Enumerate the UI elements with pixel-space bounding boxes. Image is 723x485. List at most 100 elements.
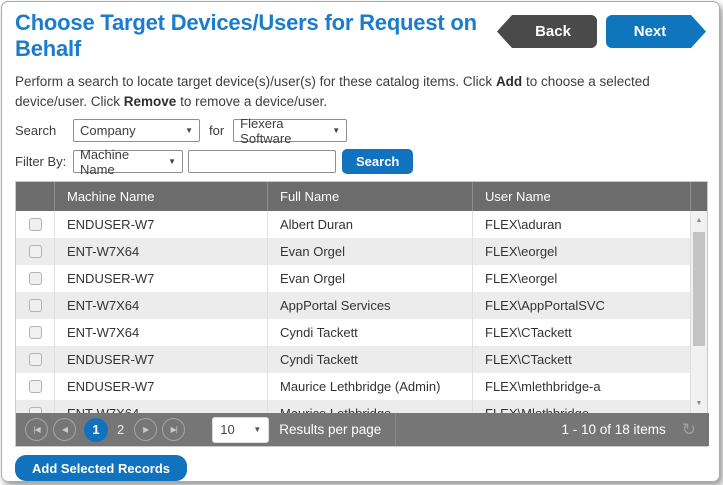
scroll-down-icon[interactable]: ▼ [691, 400, 707, 407]
row-checkbox[interactable] [29, 245, 42, 258]
cell-machine-name: ENT-W7X64 [54, 319, 267, 346]
back-button[interactable]: Back [497, 15, 597, 48]
table-row[interactable]: ENDUSER-W7 Albert Duran FLEX\aduran [16, 211, 690, 238]
page-title: Choose Target Devices/Users for Request … [15, 10, 483, 61]
for-label: for [209, 123, 224, 138]
instructions-part3: to remove a device/user. [176, 94, 327, 109]
header-scrollbar-cell [690, 182, 707, 211]
search-scope-dropdown[interactable]: Flexera Software ▼ [233, 119, 347, 142]
cell-user-name: FLEX\CTackett [472, 346, 690, 373]
cell-user-name: FLEX\mlethbridge-a [472, 373, 690, 400]
dialog-footer: Add Selected Records [15, 455, 706, 481]
filter-field-value: Machine Name [80, 147, 160, 177]
cell-machine-name: ENDUSER-W7 [54, 373, 267, 400]
refresh-icon[interactable]: ↻ [682, 420, 696, 440]
table-row[interactable]: ENT-W7X64 AppPortal Services FLEX\AppPor… [16, 292, 690, 319]
cell-machine-name: ENT-W7X64 [54, 400, 267, 413]
next-page-icon: ▶ [143, 425, 148, 434]
row-checkbox[interactable] [29, 353, 42, 366]
row-checkbox[interactable] [29, 299, 42, 312]
search-row: Search Company ▼ for Flexera Software ▼ [15, 119, 706, 142]
chevron-down-icon: ▼ [253, 425, 261, 434]
page-1-button[interactable]: 1 [84, 418, 108, 442]
scrollbar-thumb[interactable] [693, 232, 705, 346]
pager-divider [395, 413, 396, 446]
table-row[interactable]: ENT-W7X64 Evan Orgel FLEX\eorgel [16, 238, 690, 265]
cell-machine-name: ENT-W7X64 [54, 238, 267, 265]
cell-full-name: Evan Orgel [267, 238, 472, 265]
table-row[interactable]: ENDUSER-W7 Evan Orgel FLEX\eorgel [16, 265, 690, 292]
prev-page-button[interactable]: ◀ [53, 418, 76, 441]
cell-full-name: Evan Orgel [267, 265, 472, 292]
page-size-dropdown[interactable]: 10 ▼ [212, 417, 269, 443]
row-checkbox[interactable] [29, 218, 42, 231]
results-table: Machine Name Full Name User Name ENDUSER… [15, 181, 708, 447]
cell-full-name: AppPortal Services [267, 292, 472, 319]
cell-machine-name: ENT-W7X64 [54, 292, 267, 319]
chevron-down-icon: ▼ [185, 126, 193, 135]
row-checkbox[interactable] [29, 272, 42, 285]
page-2-button[interactable]: 2 [117, 422, 124, 437]
row-checkbox[interactable] [29, 407, 42, 413]
cell-machine-name: ENDUSER-W7 [54, 265, 267, 292]
choose-target-dialog: Choose Target Devices/Users for Request … [1, 1, 720, 482]
cell-machine-name: ENDUSER-W7 [54, 211, 267, 238]
scroll-up-icon[interactable]: ▲ [691, 217, 707, 224]
pagination-bar: |◀ ◀ 1 2 ▶ ▶| 10 ▼ Results per page 1 - … [16, 413, 709, 446]
cell-full-name: Maurice Lethbridge [267, 400, 472, 413]
search-scope-value: Flexera Software [240, 116, 324, 146]
table-rows: ENDUSER-W7 Albert Duran FLEX\aduran ENT-… [16, 211, 690, 413]
items-count-label: 1 - 10 of 18 items [561, 422, 665, 437]
filter-field-dropdown[interactable]: Machine Name ▼ [73, 150, 183, 173]
wizard-nav: Back Next [497, 15, 706, 48]
first-page-button[interactable]: |◀ [25, 418, 48, 441]
add-keyword: Add [496, 74, 522, 89]
table-row[interactable]: ENDUSER-W7 Maurice Lethbridge (Admin) FL… [16, 373, 690, 400]
filter-row: Filter By: Machine Name ▼ Search [15, 149, 706, 174]
cell-user-name: FLEX\CTackett [472, 319, 690, 346]
table-body: ENDUSER-W7 Albert Duran FLEX\aduran ENT-… [16, 211, 707, 413]
cell-machine-name: ENDUSER-W7 [54, 346, 267, 373]
remove-keyword: Remove [124, 94, 177, 109]
header-user-name[interactable]: User Name [472, 182, 690, 211]
header-checkbox-column [16, 182, 54, 211]
cell-full-name: Cyndi Tackett [267, 346, 472, 373]
cell-full-name: Maurice Lethbridge (Admin) [267, 373, 472, 400]
chevron-down-icon: ▼ [168, 157, 176, 166]
header-full-name[interactable]: Full Name [267, 182, 472, 211]
search-button[interactable]: Search [342, 149, 413, 174]
table-header: Machine Name Full Name User Name [16, 182, 707, 211]
table-row[interactable]: ENDUSER-W7 Cyndi Tackett FLEX\CTackett [16, 346, 690, 373]
add-selected-records-button[interactable]: Add Selected Records [15, 455, 187, 481]
cell-user-name: FLEX\eorgel [472, 265, 690, 292]
last-page-button[interactable]: ▶| [162, 418, 185, 441]
search-category-dropdown[interactable]: Company ▼ [73, 119, 200, 142]
table-row[interactable]: ENT-W7X64 Maurice Lethbridge FLEX\Mlethb… [16, 400, 690, 413]
cell-full-name: Cyndi Tackett [267, 319, 472, 346]
search-category-value: Company [80, 123, 136, 138]
cell-user-name: FLEX\AppPortalSVC [472, 292, 690, 319]
row-checkbox[interactable] [29, 326, 42, 339]
page-size-value: 10 [220, 422, 234, 437]
first-page-icon: |◀ [33, 425, 39, 434]
filter-input[interactable] [188, 150, 336, 173]
next-page-button[interactable]: ▶ [134, 418, 157, 441]
header-machine-name[interactable]: Machine Name [54, 182, 267, 211]
prev-page-icon: ◀ [62, 425, 67, 434]
instructions-text: Perform a search to locate target device… [15, 72, 714, 112]
results-per-page-label: Results per page [279, 422, 381, 437]
search-label: Search [15, 123, 73, 138]
filter-by-label: Filter By: [15, 154, 73, 169]
instructions-part1: Perform a search to locate target device… [15, 74, 496, 89]
next-button[interactable]: Next [606, 15, 706, 48]
cell-user-name: FLEX\aduran [472, 211, 690, 238]
cell-user-name: FLEX\Mlethbridge [472, 400, 690, 413]
cell-full-name: Albert Duran [267, 211, 472, 238]
row-checkbox[interactable] [29, 380, 42, 393]
vertical-scrollbar[interactable]: ▲ ▼ [690, 211, 707, 413]
chevron-down-icon: ▼ [332, 126, 340, 135]
dialog-header: Choose Target Devices/Users for Request … [15, 10, 706, 61]
cell-user-name: FLEX\eorgel [472, 238, 690, 265]
table-row[interactable]: ENT-W7X64 Cyndi Tackett FLEX\CTackett [16, 319, 690, 346]
last-page-icon: ▶| [171, 425, 177, 434]
